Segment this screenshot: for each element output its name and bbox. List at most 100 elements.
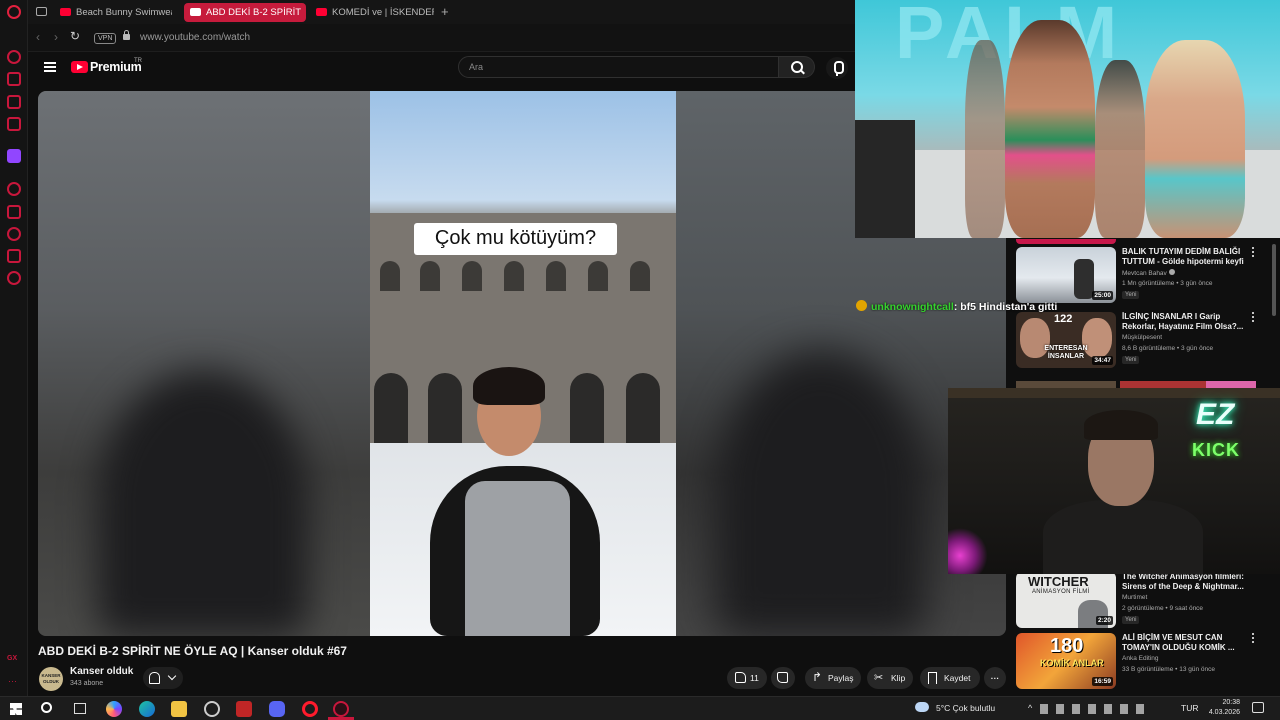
search-icon[interactable] (41, 702, 52, 713)
clip-button[interactable]: ✂ Klip (867, 667, 913, 689)
workspace-icon[interactable] (36, 7, 47, 16)
recommendation-thumbnail[interactable]: 122 ENTERESAN İNSANLAR 34:47 (1016, 312, 1116, 368)
file-explorer-icon[interactable] (171, 701, 187, 717)
save-button[interactable]: Kaydet (920, 667, 980, 689)
chat-badge-icon (856, 300, 867, 311)
messenger-icon[interactable] (7, 95, 21, 109)
recommendation-channel: Mevtcan Bahav (1122, 269, 1175, 277)
app-icon[interactable] (236, 701, 252, 717)
tray-icons[interactable] (1040, 704, 1150, 714)
notification-bell-button[interactable] (143, 667, 183, 689)
search-placeholder: Ara (469, 62, 484, 72)
url-field[interactable]: www.youtube.com/watch (140, 32, 250, 43)
edge-icon[interactable] (139, 701, 155, 717)
opera-logo-icon[interactable] (7, 5, 21, 19)
subscriber-count: 343 abone (70, 680, 104, 687)
recommendation-item[interactable]: 122 ENTERESAN İNSANLAR 34:47 İLGİNÇ İNSA… (1016, 312, 1268, 380)
weather-text[interactable]: 5°C Çok bulutlu (936, 703, 995, 713)
recommendation-channel: Murtimet (1122, 594, 1148, 601)
audience (855, 120, 915, 238)
neon-sign-ez: EZ (1196, 398, 1235, 431)
recommendation-views: 1 Mn görüntüleme • 3 gün önce (1122, 280, 1213, 287)
share-button[interactable]: ↱ Paylaş (805, 667, 861, 689)
streamer-hair (1084, 410, 1158, 440)
search-input[interactable]: Ara (458, 56, 779, 78)
settings-icon[interactable] (7, 271, 21, 285)
history-icon[interactable] (7, 205, 21, 219)
more-vert-icon[interactable] (1252, 633, 1255, 645)
recommendation-item[interactable]: WITCHER ANİMASYON FİLMİ 2:20 The Witcher… (1016, 572, 1268, 640)
shopping-icon[interactable] (7, 72, 21, 86)
weather-icon[interactable] (915, 702, 929, 712)
player-icon[interactable] (7, 182, 21, 196)
duration-badge: 25:00 (1092, 291, 1113, 300)
tab-komedi[interactable]: KOMEDİ ve | İSKENDER - (310, 3, 434, 22)
reload-icon[interactable]: ↻ (70, 29, 80, 43)
like-button[interactable]: 11 (727, 667, 767, 689)
streamer-body (1043, 500, 1203, 574)
video-caption: Çok mu kötüyüm? (434, 227, 597, 249)
search-button[interactable] (779, 56, 815, 78)
instagram-icon[interactable] (7, 117, 21, 131)
share-icon: ↱ (812, 670, 823, 684)
share-label: Paylaş (828, 673, 854, 683)
opera-icon[interactable] (302, 701, 318, 717)
tab-strip: Beach Bunny Swimwear F ABD DEKİ B-2 SPİR… (28, 0, 855, 24)
more-actions-button[interactable]: ··· (984, 667, 1006, 689)
dislike-button[interactable] (771, 667, 795, 689)
back-icon[interactable]: ‹ (36, 30, 40, 44)
recommendation-thumbnail[interactable]: 25:00 (1016, 247, 1116, 303)
clock-icon[interactable] (7, 227, 21, 241)
taskbar: 5°C Çok bulutlu ^ TUR 20:38 4.03.2026 (0, 696, 1280, 720)
twitch-icon[interactable] (7, 149, 21, 163)
extensions-icon[interactable] (7, 249, 21, 263)
recommendation-title[interactable]: ALİ BİÇİM VE MESUT CAN TOMAY'IN OLDUĞU K… (1122, 633, 1250, 653)
copilot-icon[interactable] (106, 701, 122, 717)
vpn-badge[interactable]: VPN (94, 33, 117, 44)
thumb-text: WITCHER (1028, 574, 1089, 589)
more-icon[interactable]: ··· (8, 676, 17, 686)
gx-icon[interactable]: GX (7, 655, 17, 662)
recommendation-title[interactable]: The Witcher Animasyon filmleri: Sirens o… (1122, 572, 1250, 592)
more-vert-icon[interactable] (1252, 247, 1255, 259)
tray-chevron-icon[interactable]: ^ (1028, 703, 1032, 713)
thumbs-up-icon (735, 672, 746, 683)
aria-icon[interactable] (7, 50, 21, 64)
youtube-logo-icon[interactable] (71, 61, 88, 73)
recommendation-channel: Müşkülpesent (1122, 334, 1163, 341)
voice-search-button[interactable] (826, 57, 848, 79)
system-clock[interactable]: 20:38 4.03.2026 (1200, 698, 1240, 718)
video-frame: Çok mu kötüyüm? (370, 91, 676, 636)
menu-icon[interactable] (44, 62, 56, 72)
notifications-icon[interactable] (1252, 702, 1264, 713)
recommendation-thumbnail[interactable]: 180 KOMİK ANLAR 16:59 (1016, 633, 1116, 689)
sidebar-scrollbar[interactable] (1272, 244, 1276, 316)
neon-sign-kick: KICK (1192, 440, 1240, 460)
windows-start-icon[interactable] (10, 703, 22, 715)
thumb-figure (1074, 259, 1094, 299)
recommendation-item[interactable]: 180 KOMİK ANLAR 16:59 ALİ BİÇİM VE MESUT… (1016, 633, 1268, 701)
channel-avatar[interactable]: KANSER OLDUK (39, 667, 63, 691)
language-indicator[interactable]: TUR (1181, 703, 1198, 713)
tab-beach-bunny[interactable]: Beach Bunny Swimwear F (54, 3, 172, 22)
recommendation-title[interactable]: İLGİNÇ İNSANLAR I Garip Rekorlar, Hayatı… (1122, 312, 1250, 332)
forward-icon[interactable]: › (54, 30, 58, 44)
tab-abd-deki[interactable]: ABD DEKİ B-2 SPİRİT (184, 3, 306, 22)
person-hair (473, 367, 545, 405)
chat-text: : bf5 Hindistan'a gitti (953, 301, 1058, 313)
recommendation-views: 33 B görüntüleme • 13 gün önce (1122, 666, 1215, 673)
channel-name[interactable]: Kanser olduk (70, 666, 133, 677)
task-view-icon[interactable] (74, 703, 86, 714)
runway-model (1145, 40, 1245, 238)
opera-gx-icon[interactable] (333, 701, 349, 717)
recommendation-title[interactable]: BALIK TUTAYIM DEDİM BALIĞI TUTTUM - Göld… (1122, 247, 1250, 267)
channel-name: Mevtcan Bahav (1122, 270, 1167, 277)
discord-icon[interactable] (269, 701, 285, 717)
recorder-icon[interactable] (204, 701, 220, 717)
new-tab-plus-icon[interactable]: + (441, 4, 449, 19)
duration-badge: 2:20 (1095, 616, 1113, 625)
youtube-favicon-icon (60, 8, 71, 16)
more-vert-icon[interactable] (1252, 312, 1255, 324)
address-bar: ‹ › ↻ VPN www.youtube.com/watch (28, 24, 855, 52)
recommendation-thumbnail[interactable]: WITCHER ANİMASYON FİLMİ 2:20 (1016, 572, 1116, 628)
